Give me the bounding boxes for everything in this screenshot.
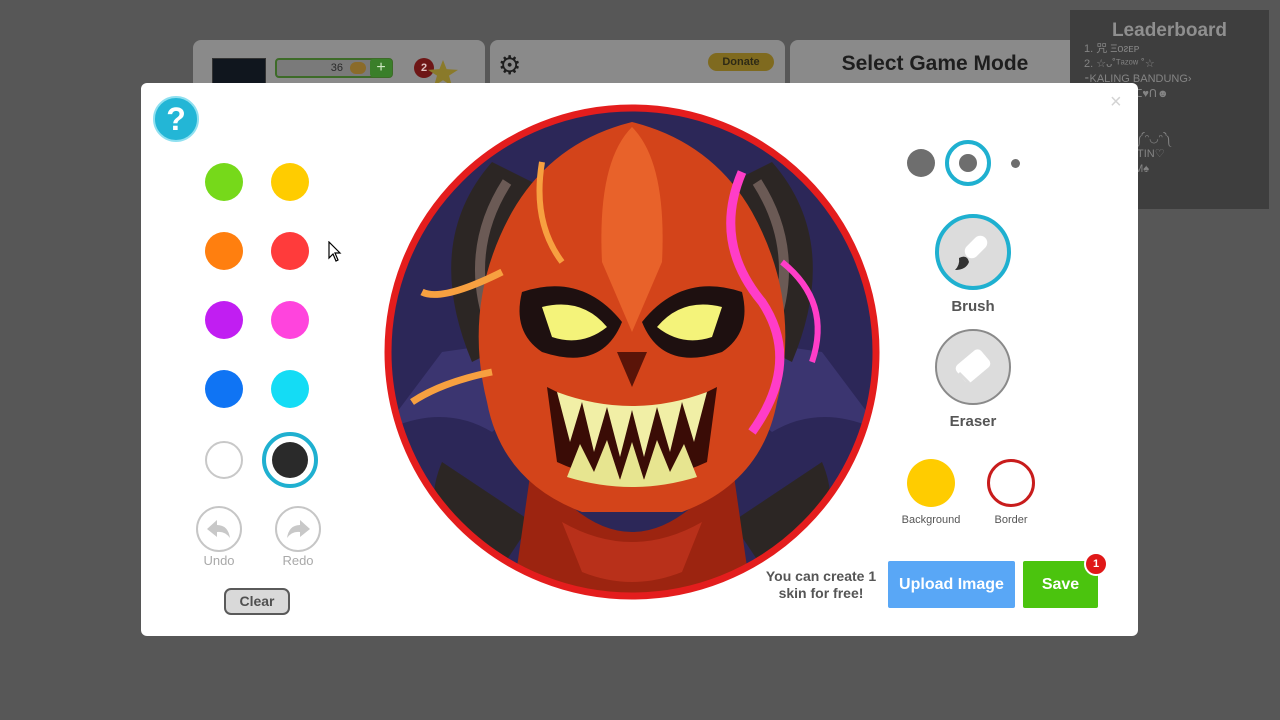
redo-label: Redo bbox=[282, 553, 314, 568]
brush-size-small[interactable] bbox=[1011, 159, 1020, 168]
gear-icon[interactable]: ⚙ bbox=[498, 52, 521, 78]
leaderboard-entry: 1. 咒 Ξᴏᴤᴇᴘ bbox=[1084, 43, 1140, 55]
color-swatch-white[interactable] bbox=[205, 441, 243, 479]
eraser-tool-button[interactable] bbox=[935, 329, 1011, 405]
notification-badge: 2 bbox=[414, 58, 434, 78]
background-color-picker[interactable] bbox=[907, 459, 955, 507]
brush-size-large[interactable] bbox=[907, 149, 935, 177]
brush-tool-button[interactable] bbox=[935, 214, 1011, 290]
game-mode-title: Select Game Mode bbox=[841, 52, 1029, 75]
donate-button[interactable]: Donate bbox=[708, 53, 774, 71]
brush-size-medium[interactable] bbox=[959, 154, 977, 172]
leaderboard-entry: 2. ☆ᴗ˚ᵀᵃᶻᵒʷ ˚☆ bbox=[1084, 58, 1155, 70]
eraser-icon bbox=[955, 349, 991, 385]
color-swatch-pink[interactable] bbox=[271, 301, 309, 339]
upload-image-button[interactable]: Upload Image bbox=[888, 561, 1015, 608]
color-swatch-purple[interactable] bbox=[205, 301, 243, 339]
bone-icon bbox=[350, 62, 366, 74]
demon-skull-skin-image bbox=[384, 104, 880, 600]
background-label: Background bbox=[901, 514, 961, 526]
undo-label: Undo bbox=[203, 553, 235, 568]
eraser-tool-label: Eraser bbox=[949, 413, 997, 430]
mouse-cursor-icon bbox=[328, 241, 342, 262]
color-swatch-green[interactable] bbox=[205, 163, 243, 201]
leaderboard-title: Leaderboard bbox=[1111, 20, 1228, 41]
color-swatch-orange[interactable] bbox=[205, 232, 243, 270]
undo-button[interactable] bbox=[196, 506, 242, 552]
redo-arrow-icon bbox=[287, 520, 310, 538]
color-swatch-blue[interactable] bbox=[205, 370, 243, 408]
add-coins-button[interactable]: + bbox=[370, 59, 392, 77]
paintbrush-icon bbox=[955, 235, 988, 270]
skin-canvas[interactable] bbox=[382, 102, 882, 602]
selected-color-fill bbox=[272, 442, 308, 478]
brush-tool-label: Brush bbox=[951, 298, 995, 315]
color-swatch-cyan[interactable] bbox=[271, 370, 309, 408]
free-skin-promo-text: You can create 1 skin for free! bbox=[765, 568, 877, 601]
close-icon[interactable]: × bbox=[1110, 92, 1122, 112]
save-count-badge: 1 bbox=[1084, 552, 1108, 576]
undo-arrow-icon bbox=[207, 520, 230, 538]
clear-button[interactable]: Clear bbox=[224, 588, 290, 615]
color-swatch-black[interactable] bbox=[262, 432, 318, 488]
help-button[interactable]: ? bbox=[153, 96, 199, 142]
color-swatch-red[interactable] bbox=[271, 232, 309, 270]
border-color-picker[interactable] bbox=[987, 459, 1035, 507]
redo-button[interactable] bbox=[275, 506, 321, 552]
color-swatch-yellow[interactable] bbox=[271, 163, 309, 201]
border-label: Border bbox=[994, 514, 1028, 526]
